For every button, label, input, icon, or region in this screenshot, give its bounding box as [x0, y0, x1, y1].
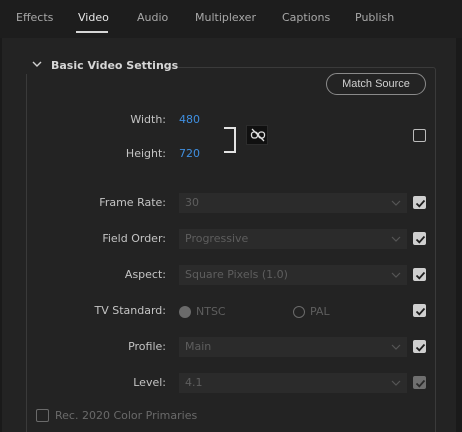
aspect-checkbox[interactable] [413, 268, 426, 281]
width-label: Width: [130, 113, 166, 126]
tab-bar: Effects Video Audio Multiplexer Captions… [0, 0, 462, 36]
link-dimensions-button[interactable] [246, 125, 268, 145]
tab-video[interactable]: Video [78, 11, 109, 24]
pal-radio[interactable] [293, 306, 305, 318]
profile-checkbox[interactable] [413, 340, 426, 353]
checkmark-icon [415, 235, 426, 244]
rec2020-label: Rec. 2020 Color Primaries [55, 409, 198, 422]
checkmark-icon [415, 271, 426, 280]
profile-value: Main [185, 340, 212, 353]
match-source-button[interactable]: Match Source [326, 73, 426, 95]
frame-rate-label: Frame Rate: [99, 196, 166, 209]
pal-radio-label: PAL [310, 305, 330, 318]
chevron-down-icon [391, 272, 401, 278]
chevron-down-icon[interactable] [31, 58, 43, 70]
frame-rate-select[interactable]: 30 [179, 193, 407, 213]
frame-rate-value: 30 [185, 196, 199, 209]
checkmark-icon [415, 307, 426, 316]
chevron-down-icon [391, 236, 401, 242]
aspect-select[interactable]: Square Pixels (1.0) [179, 265, 407, 285]
tab-effects[interactable]: Effects [16, 11, 53, 24]
tab-audio[interactable]: Audio [137, 11, 168, 24]
tab-publish[interactable]: Publish [355, 11, 394, 24]
checkmark-icon [415, 343, 426, 352]
level-value: 4.1 [185, 376, 203, 389]
tab-captions[interactable]: Captions [282, 11, 330, 24]
height-label: Height: [125, 147, 166, 160]
level-checkbox[interactable] [413, 376, 426, 389]
panel-scroll-gutter[interactable] [456, 38, 462, 432]
profile-select[interactable]: Main [179, 337, 407, 357]
chevron-down-icon [391, 200, 401, 206]
tv-standard-checkbox[interactable] [413, 304, 426, 317]
frame-rate-checkbox[interactable] [413, 196, 426, 209]
section-title[interactable]: Basic Video Settings [51, 59, 178, 72]
level-label: Level: [133, 376, 166, 389]
field-order-label: Field Order: [102, 232, 166, 245]
aspect-value: Square Pixels (1.0) [185, 268, 288, 281]
level-select[interactable]: 4.1 [179, 373, 407, 393]
unlink-icon [250, 128, 266, 142]
field-order-checkbox[interactable] [413, 232, 426, 245]
chevron-down-icon [391, 380, 401, 386]
chevron-down-icon [391, 344, 401, 350]
ntsc-radio-label: NTSC [196, 305, 226, 318]
dimension-link-bracket [224, 127, 236, 153]
profile-label: Profile: [128, 340, 166, 353]
field-order-select[interactable]: Progressive [179, 229, 407, 249]
panel-edge [0, 38, 2, 432]
height-value[interactable]: 720 [179, 147, 200, 160]
tab-multiplexer[interactable]: Multiplexer [195, 11, 256, 24]
field-order-value: Progressive [185, 232, 249, 245]
rec2020-checkbox[interactable] [36, 409, 49, 422]
checkmark-icon [415, 379, 426, 388]
ntsc-radio[interactable] [179, 306, 191, 318]
checkmark-icon [415, 199, 426, 208]
aspect-label: Aspect: [124, 268, 166, 281]
tv-standard-label: TV Standard: [94, 304, 167, 317]
active-tab-indicator [76, 31, 108, 33]
width-value[interactable]: 480 [179, 113, 200, 126]
lock-aspect-checkbox[interactable] [413, 129, 426, 142]
